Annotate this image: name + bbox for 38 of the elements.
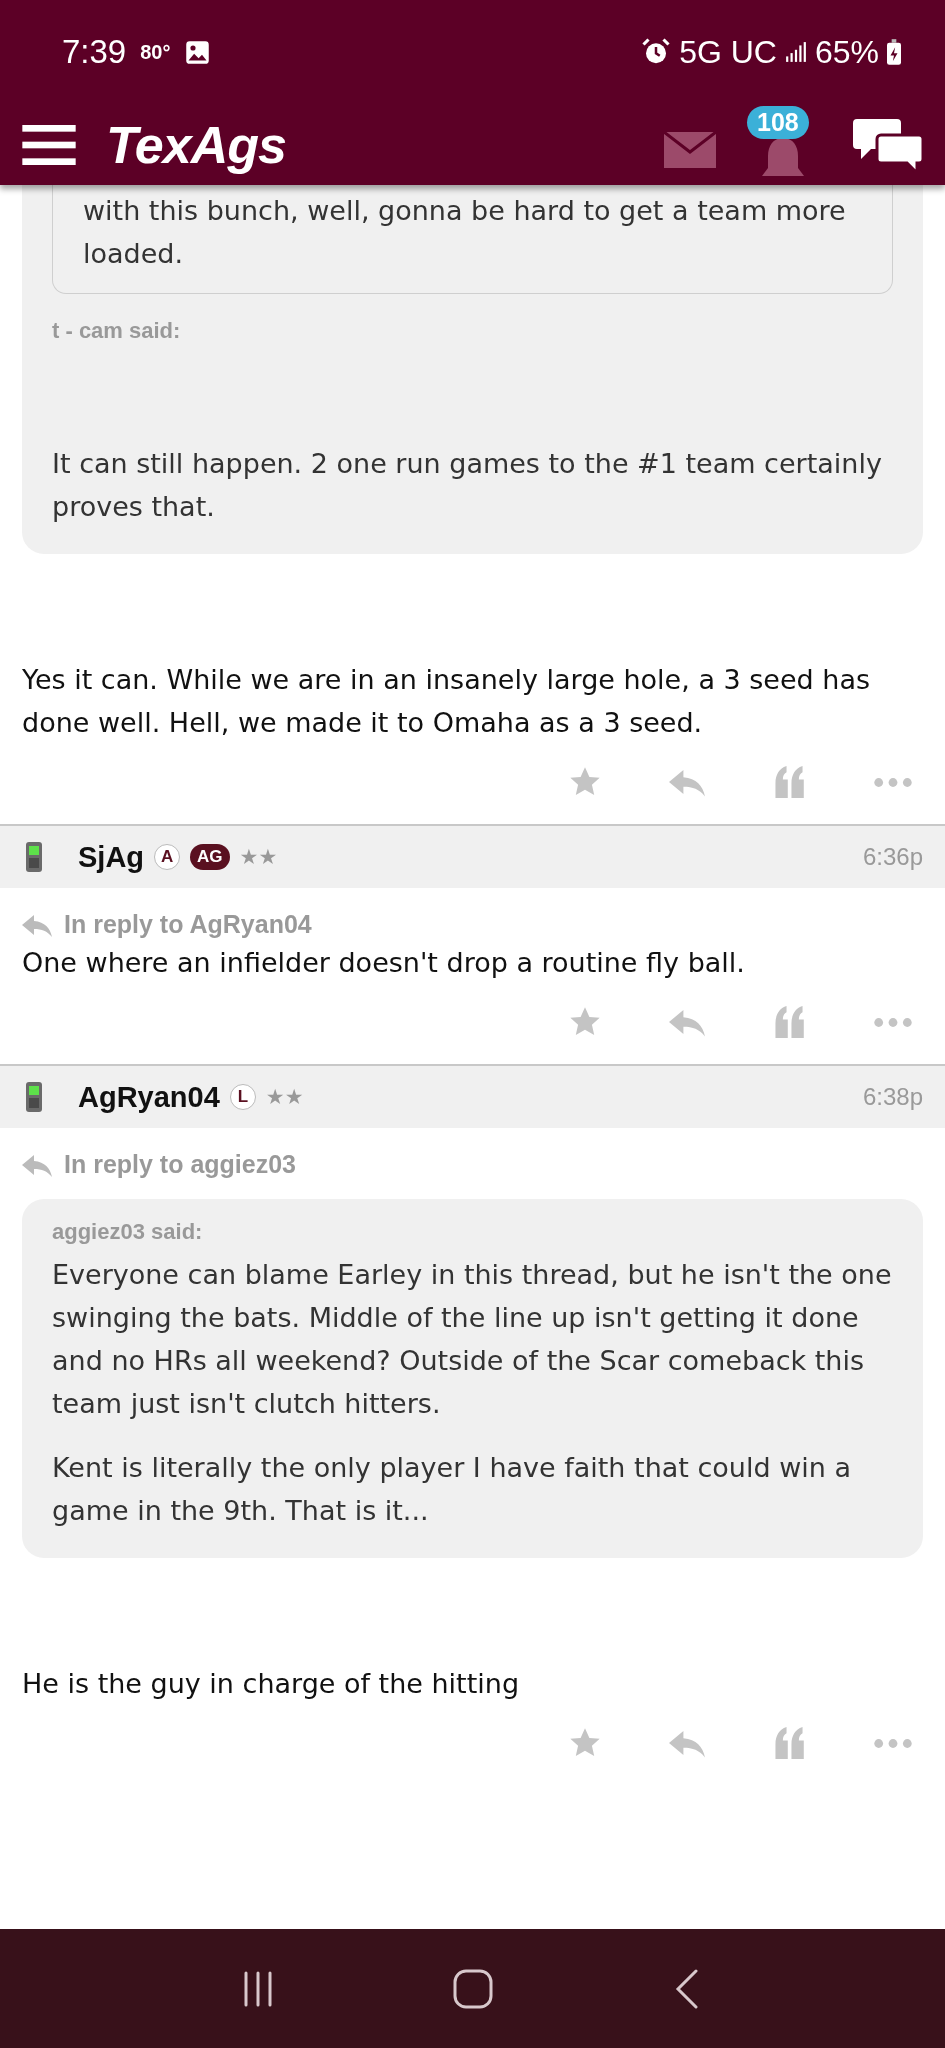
reply-icon <box>22 912 52 937</box>
notification-badge: 108 <box>747 105 809 139</box>
username[interactable]: AgRyan04 <box>78 1080 220 1114</box>
chat-icon[interactable] <box>853 116 923 173</box>
user-badge: A <box>154 844 181 870</box>
menu-icon[interactable] <box>22 124 76 165</box>
user-badge: AG <box>190 844 230 870</box>
username[interactable]: SjAg <box>78 840 145 874</box>
logo[interactable]: TexAgs <box>106 114 286 175</box>
rank-stars: ★★ <box>239 845 278 869</box>
quote-text: Kent is literally the only player I have faith that could win a game in the 9th. That is it... <box>52 1451 852 1528</box>
quote-attribution: aggiez03 said: <box>52 1219 204 1245</box>
more-icon[interactable] <box>873 1737 913 1749</box>
more-icon[interactable] <box>873 776 913 788</box>
status-time: 7:39 <box>62 33 127 71</box>
quote-text: with this bunch, well, gonna be hard to get a team more loaded. <box>83 194 847 271</box>
phone-icon <box>26 1082 42 1112</box>
rank-stars: ★★ <box>265 1085 304 1109</box>
more-icon[interactable] <box>873 1016 913 1028</box>
quote-attribution: t - cam said: <box>52 318 182 344</box>
post-text: He is the guy in charge of the hitting <box>22 1667 521 1701</box>
post-text: One where an infielder doesn't drop a routine fly ball. <box>22 946 746 980</box>
reply-icon <box>22 1152 52 1177</box>
post-time: 6:38p <box>862 1083 923 1111</box>
mail-icon[interactable] <box>663 131 717 168</box>
post-text: Yes it can. While we are in an insanely large hole, a 3 seed has done well. Hell, we made it to Omaha as a 3 seed. <box>22 663 872 740</box>
signal-icon <box>784 41 807 63</box>
quote-text: It can still happen. 2 one run games to the #1 team certainly proves that. <box>52 447 883 524</box>
battery-icon <box>887 39 901 65</box>
battery-level: 65% <box>814 33 879 71</box>
quote-text: Everyone can blame Earley in this thread, but he isn't the one swinging the bats. Middle of the line up isn't getting it done and no HRs all weekend? Outside of the Scar comeback this team just isn't clutch hitters. <box>52 1258 893 1421</box>
home-icon[interactable] <box>452 1968 493 2009</box>
image-icon <box>184 38 212 66</box>
temperature: 80° <box>140 40 171 64</box>
network-type: 5G UC <box>679 33 777 71</box>
user-badge: L <box>229 1084 256 1110</box>
phone-icon <box>26 842 42 872</box>
post-time: 6:36p <box>862 843 923 871</box>
